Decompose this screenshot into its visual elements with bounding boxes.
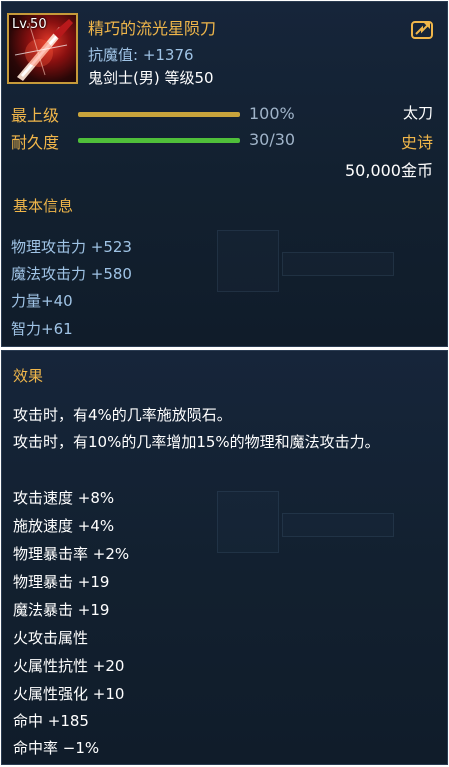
durability-bar-fill (78, 138, 240, 143)
item-tooltip-top-panel: Lv.50 精巧的流光星陨刀 抗魔值: +1376 鬼剑士(男) 等级50 最上… (1, 1, 448, 347)
price: 50,000金币 (345, 161, 433, 180)
grade-label: 最上级 (11, 106, 60, 125)
weapon-type: 太刀 (402, 104, 433, 122)
item-tooltip-effects-panel: 效果 攻击时，有4%的几率施放陨石。 攻击时，有10%的几率增加15%的物理和魔… (1, 350, 448, 765)
durability-label: 耐久度 (11, 133, 60, 152)
effect-description: 攻击时，有10%的几率增加15%的物理和魔法攻击力。 (13, 433, 380, 451)
effects-title: 效果 (13, 367, 44, 385)
basic-info-title: 基本信息 (13, 197, 74, 215)
item-name: 精巧的流光星陨刀 (88, 19, 217, 38)
basic-info-line: 智力+61 (11, 320, 73, 338)
effect-stat: 攻击速度 +8% (13, 489, 115, 507)
share-icon[interactable] (411, 19, 433, 39)
job-level-requirement: 鬼剑士(男) 等级50 (88, 69, 214, 87)
level-badge: Lv.50 (12, 17, 47, 32)
effect-description: 攻击时，有4%的几率施放陨石。 (13, 406, 232, 424)
rarity: 史诗 (400, 133, 433, 152)
effect-stat: 魔法暴击 +19 (13, 601, 110, 619)
effect-stat: 火属性强化 +10 (13, 685, 125, 703)
durability-bar (78, 138, 240, 143)
watermark-text (282, 513, 394, 537)
durability-value: 30/30 (249, 130, 296, 149)
anti-magic-value: 抗魔值: +1376 (88, 46, 194, 64)
effect-stat: 火攻击属性 (13, 629, 89, 647)
basic-info-line: 力量+40 (11, 292, 73, 310)
grade-value: 100% (249, 104, 295, 123)
effect-stat: 火属性抗性 +20 (13, 657, 125, 675)
watermark-icon (217, 230, 279, 292)
glowing-blade-icon: Lv.50 (7, 13, 78, 84)
effect-stat: 命中率 −1% (13, 739, 100, 757)
basic-info-line: 物理攻击力 +523 (11, 238, 132, 256)
watermark-text (282, 252, 394, 276)
watermark-icon (217, 491, 279, 553)
effect-stat: 物理暴击 +19 (13, 573, 110, 591)
basic-info-line: 魔法攻击力 +580 (11, 265, 132, 283)
grade-bar (78, 112, 240, 117)
effect-stat: 命中 +185 (13, 712, 89, 730)
effect-stat: 物理暴击率 +2% (13, 545, 130, 563)
effect-stat: 施放速度 +4% (13, 517, 115, 535)
grade-bar-fill (78, 112, 240, 117)
